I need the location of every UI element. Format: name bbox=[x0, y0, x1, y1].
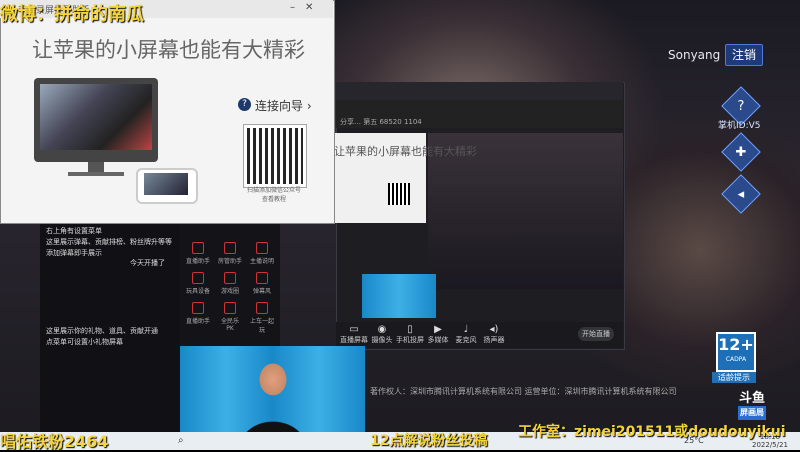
monitor-screen bbox=[40, 84, 152, 150]
grid-item[interactable]: 直播助手 bbox=[186, 302, 210, 325]
chat-line: 这里展示你的礼物、道具、贡献开通 bbox=[46, 327, 158, 335]
tool-media[interactable]: ▶ 多媒体 bbox=[424, 324, 452, 345]
start-stream-button[interactable]: 开始直播 bbox=[578, 327, 614, 341]
nested-webcam bbox=[362, 274, 436, 318]
grid-item[interactable]: 直播助手 bbox=[186, 242, 210, 265]
screen-icon: ▭ bbox=[349, 324, 359, 335]
close-icon: ✕ bbox=[305, 2, 324, 13]
logout-button[interactable]: 注销 bbox=[725, 44, 763, 66]
client-titlebar bbox=[336, 82, 623, 100]
wechat-qr-code bbox=[243, 124, 307, 188]
slogan: 让苹果的小屏幕也能有大精彩 bbox=[32, 38, 305, 62]
gamepad-label: 掌机ID:V5 bbox=[718, 121, 761, 131]
camera-icon: ◉ bbox=[377, 324, 387, 335]
grid-item[interactable]: 玩具设备 bbox=[186, 272, 210, 295]
studio-overlay: 工作室：zimei201511或doudouyikui bbox=[518, 424, 786, 440]
copyright-text: 著作权人：深圳市腾讯计算机系统有限公司 运营单位：深圳市腾讯计算机系统有限公司 bbox=[370, 387, 677, 396]
account-username: Sonyang bbox=[668, 48, 721, 62]
speaker-icon: ◂) bbox=[489, 324, 499, 335]
phone-icon: ▯ bbox=[407, 324, 413, 335]
chat-line: 右上角有设置菜单 bbox=[46, 227, 102, 235]
chat-line: 点菜单可设置小礼物屏幕 bbox=[46, 338, 123, 346]
tool-camera[interactable]: ◉ 摄像头 bbox=[368, 324, 396, 345]
grid-item[interactable]: 游戏圈 bbox=[218, 272, 242, 295]
grid-item[interactable]: 全民乐PK bbox=[218, 302, 242, 332]
phone-screen bbox=[144, 173, 188, 195]
submission-overlay: 12点解说粉丝投稿 bbox=[370, 433, 488, 449]
media-icon: ▶ bbox=[434, 324, 442, 335]
grid-item[interactable]: 房管助手 bbox=[218, 242, 242, 265]
fans-group-overlay: 唱佑铁粉2464 bbox=[0, 432, 109, 451]
tool-mic[interactable]: ♩ 麦克风 bbox=[452, 324, 480, 345]
tool-speaker[interactable]: ◂) 扬声器 bbox=[480, 324, 508, 345]
window-controls[interactable]: –✕ bbox=[290, 2, 323, 13]
age-rating-badge: 12+ CADPA bbox=[716, 332, 756, 372]
client-subtitle: 分享… 第五 68520 1104 bbox=[340, 118, 422, 126]
nested-slogan: 让苹果的小屏幕也能有大精彩 bbox=[334, 145, 477, 158]
grid-item[interactable]: 弹幕风 bbox=[250, 272, 274, 295]
volume-icon: ◂ bbox=[737, 186, 745, 202]
weibo-overlay: 微博：拼命的南瓜 bbox=[0, 4, 144, 25]
nested-qr-code bbox=[388, 183, 410, 205]
douyu-logo: 斗鱼 屏画局 bbox=[738, 392, 766, 420]
help-icon: ? bbox=[238, 98, 251, 111]
minimize-icon: – bbox=[290, 2, 305, 13]
connection-guide-link[interactable]: 连接向导 › bbox=[255, 97, 312, 114]
search-icon[interactable]: ⌕ bbox=[178, 435, 190, 447]
grid-item[interactable]: 上车一起玩 bbox=[250, 302, 274, 334]
chat-line: 今天开播了 bbox=[130, 259, 165, 267]
tool-screen[interactable]: ▭ 直播屏幕 bbox=[340, 324, 368, 345]
grid-item[interactable]: 主播说明 bbox=[250, 242, 274, 265]
chat-line: 添加弹幕即手展示 bbox=[46, 249, 102, 257]
help-icon: ? bbox=[737, 98, 745, 114]
gamepad-icon: ✚ bbox=[735, 144, 747, 160]
age-rating-label: 适龄提示 bbox=[712, 372, 756, 383]
tool-phone[interactable]: ▯ 手机投屏 bbox=[396, 324, 424, 345]
mic-icon: ♩ bbox=[463, 324, 469, 335]
chat-line: 这里展示弹幕、贡献排榜、粉丝牌升等等 bbox=[46, 238, 172, 246]
qr-caption: 扫描添加微信公众号 查看教程 bbox=[246, 187, 301, 203]
monitor-stand bbox=[88, 162, 104, 172]
monitor-base bbox=[68, 172, 124, 176]
